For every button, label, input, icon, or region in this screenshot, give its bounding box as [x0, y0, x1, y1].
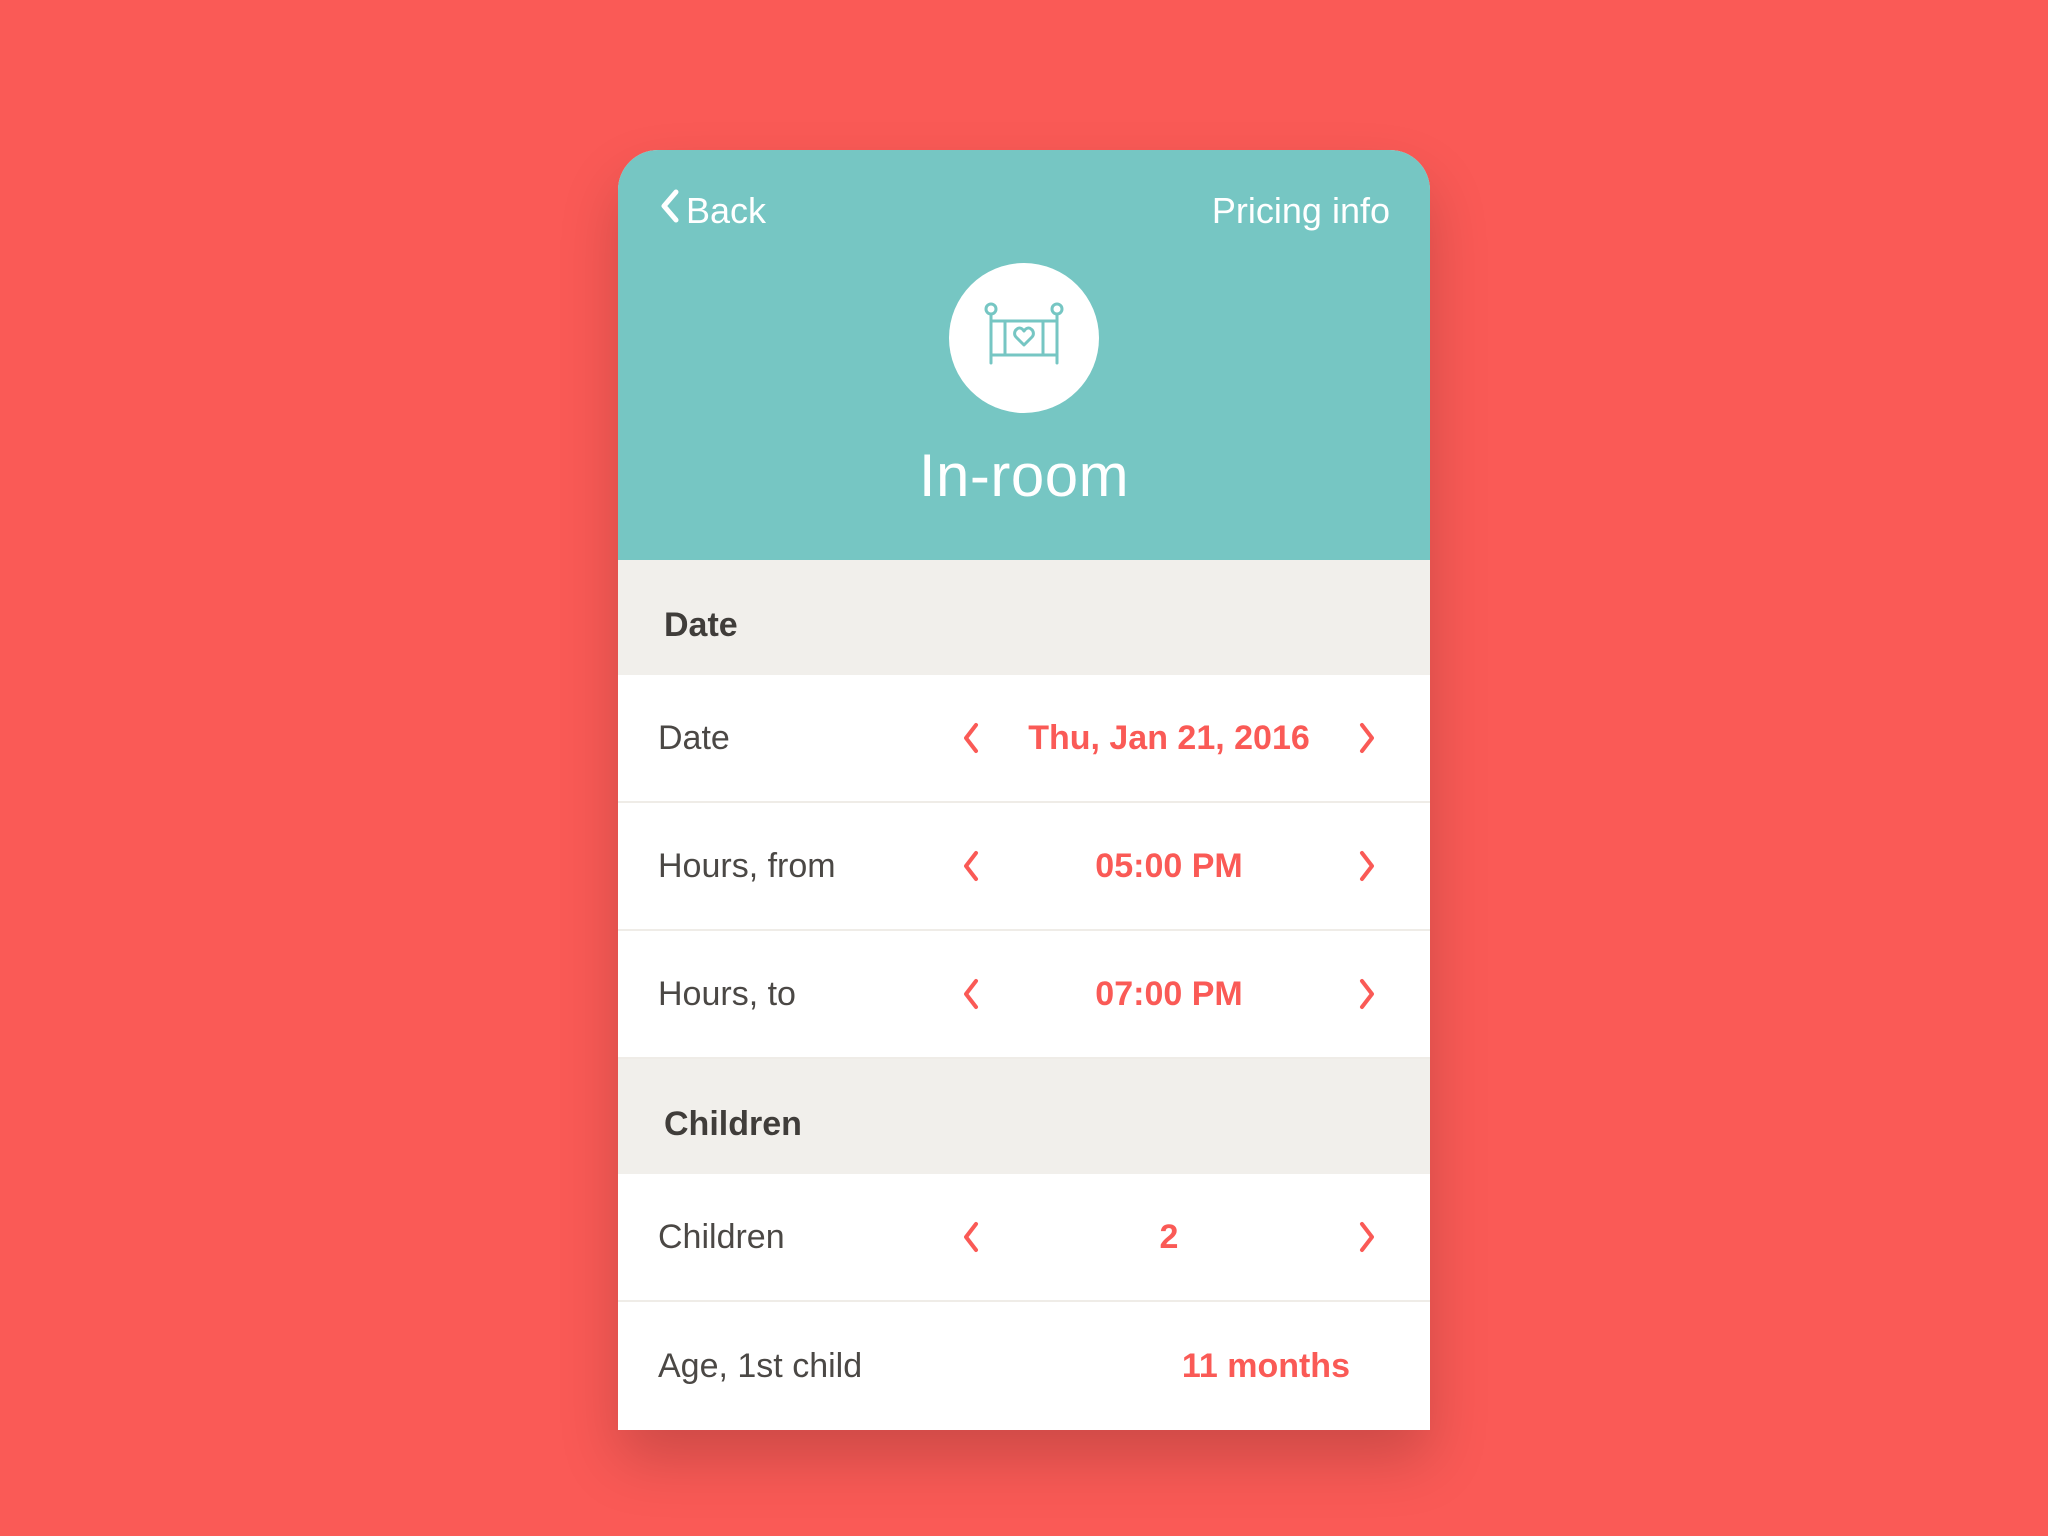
- children-stepper: 2: [948, 1215, 1390, 1259]
- crib-icon: [981, 301, 1067, 376]
- children-prev-button[interactable]: [948, 1215, 992, 1259]
- row-label: Hours, to: [658, 975, 948, 1014]
- children-value[interactable]: 2: [992, 1218, 1346, 1257]
- hours-to-value[interactable]: 07:00 PM: [992, 975, 1346, 1014]
- date-stepper: Thu, Jan 21, 2016: [948, 716, 1390, 760]
- app-screen: Back Pricing info: [618, 150, 1430, 1430]
- nav-bar: Back Pricing info: [658, 188, 1390, 233]
- children-next-button[interactable]: [1346, 1215, 1390, 1259]
- section-header-date: Date: [618, 560, 1430, 675]
- date-next-button[interactable]: [1346, 716, 1390, 760]
- section-header-children: Children: [618, 1059, 1430, 1174]
- hours-to-prev-button[interactable]: [948, 972, 992, 1016]
- row-hours-to: Hours, to 07:00 PM: [618, 931, 1430, 1059]
- row-label: Children: [658, 1218, 948, 1257]
- hours-from-stepper: 05:00 PM: [948, 844, 1390, 888]
- header: Back Pricing info: [618, 150, 1430, 560]
- chevron-left-icon: [658, 188, 680, 233]
- row-label: Date: [658, 719, 948, 758]
- back-label: Back: [686, 190, 766, 232]
- hours-to-next-button[interactable]: [1346, 972, 1390, 1016]
- hero: In-room: [658, 263, 1390, 510]
- hours-from-value[interactable]: 05:00 PM: [992, 847, 1346, 886]
- row-age-first-child: Age, 1st child 11 months: [618, 1302, 1430, 1430]
- back-button[interactable]: Back: [658, 188, 766, 233]
- hours-from-next-button[interactable]: [1346, 844, 1390, 888]
- age-first-child-value[interactable]: 11 months: [948, 1347, 1390, 1386]
- hours-from-prev-button[interactable]: [948, 844, 992, 888]
- hero-icon-circle: [949, 263, 1099, 413]
- date-value[interactable]: Thu, Jan 21, 2016: [992, 719, 1346, 758]
- date-prev-button[interactable]: [948, 716, 992, 760]
- hours-to-stepper: 07:00 PM: [948, 972, 1390, 1016]
- row-date: Date Thu, Jan 21, 2016: [618, 675, 1430, 803]
- row-label: Age, 1st child: [658, 1347, 948, 1386]
- pricing-info-link[interactable]: Pricing info: [1212, 190, 1390, 232]
- row-label: Hours, from: [658, 847, 948, 886]
- row-hours-from: Hours, from 05:00 PM: [618, 803, 1430, 931]
- page-title: In-room: [919, 441, 1129, 510]
- row-children: Children 2: [618, 1174, 1430, 1302]
